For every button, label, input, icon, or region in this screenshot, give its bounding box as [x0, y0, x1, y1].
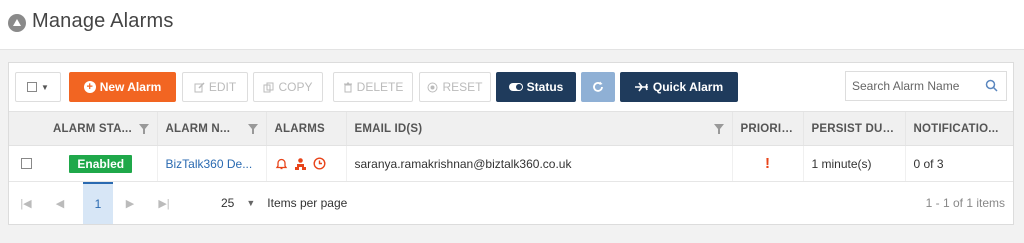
first-page-icon[interactable]: |◀ — [9, 197, 43, 210]
edit-button[interactable]: EDIT — [182, 72, 248, 102]
plus-icon: + — [83, 81, 96, 93]
filter-icon[interactable] — [713, 123, 724, 134]
priority-cell: ! — [731, 145, 803, 182]
status-badge: Enabled — [69, 154, 133, 173]
header-notification[interactable]: NOTIFICATIO... — [904, 111, 1013, 146]
table-header-row: ALARM STA... ALARM N... ALARMS EMAIL ID(… — [9, 111, 1013, 146]
header-alarm-status[interactable]: ALARM STA... — [45, 111, 157, 146]
bell-icon — [275, 158, 287, 170]
clock-icon — [312, 157, 326, 170]
header-label: PRIORITY — [740, 122, 797, 135]
copy-icon — [263, 82, 274, 92]
alarm-name-link[interactable]: BizTalk360 De... — [166, 157, 253, 171]
select-all-dropdown[interactable]: ▼ — [15, 72, 61, 102]
select-all-checkbox[interactable] — [27, 82, 38, 92]
refresh-button[interactable] — [581, 72, 615, 102]
users-icon — [294, 158, 306, 170]
new-alarm-button[interactable]: + New Alarm — [69, 72, 176, 102]
header-email[interactable]: EMAIL ID(S) — [345, 111, 732, 146]
header-label: NOTIFICATIO... — [913, 122, 999, 135]
row-checkbox[interactable] — [21, 158, 32, 169]
header-label: ALARM N... — [165, 122, 231, 135]
header-label: EMAIL ID(S) — [354, 122, 423, 135]
pager: |◀ ◀ 1 ▶ ▶| 25 ▼ Items per page 1 - 1 of… — [9, 181, 1013, 225]
plane-icon — [634, 82, 648, 92]
logo-icon — [8, 14, 26, 32]
header-label: ALARMS — [274, 122, 325, 135]
refresh-icon — [593, 81, 603, 92]
page-size-label: Items per page — [267, 196, 348, 210]
filter-icon[interactable] — [247, 123, 258, 134]
priority-high-icon: ! — [765, 155, 770, 172]
reset-icon — [427, 82, 438, 92]
caret-down-icon: ▼ — [41, 82, 49, 92]
status-label: Status — [526, 80, 564, 94]
toggle-icon — [508, 83, 523, 91]
edit-label: EDIT — [208, 80, 237, 94]
header-select — [9, 111, 45, 146]
page-header: Manage Alarms — [0, 0, 1024, 50]
quick-alarm-label: Quick Alarm — [652, 80, 724, 94]
reset-button[interactable]: RESET — [419, 72, 491, 102]
search-icon[interactable] — [985, 79, 998, 92]
search-input[interactable] — [852, 73, 982, 99]
copy-button[interactable]: COPY — [253, 72, 323, 102]
alarms-table: ALARM STA... ALARM N... ALARMS EMAIL ID(… — [9, 111, 1013, 182]
alarm-name-cell: BizTalk360 De... — [156, 145, 266, 182]
alarms-cell — [265, 145, 346, 182]
search-box — [845, 71, 1007, 101]
edit-icon — [194, 81, 205, 92]
persist-duration-cell: 1 minute(s) — [802, 145, 905, 182]
row-select-cell — [9, 145, 45, 182]
filter-icon[interactable] — [138, 123, 149, 134]
header-label: ALARM STA... — [53, 122, 132, 135]
prev-page-icon[interactable]: ◀ — [43, 197, 77, 210]
quick-alarm-button[interactable]: Quick Alarm — [620, 72, 738, 102]
header-label: PERSIST DUR... — [811, 122, 902, 135]
page-title: Manage Alarms — [32, 10, 174, 32]
table-row[interactable]: Enabled BizTalk360 De... saranya.ramakri… — [9, 145, 1013, 182]
next-page-icon[interactable]: ▶ — [113, 197, 147, 210]
delete-button[interactable]: DELETE — [333, 72, 413, 102]
caret-down-icon: ▼ — [246, 198, 256, 208]
page-size-value: 25 — [221, 196, 235, 210]
email-cell: saranya.ramakrishnan@biztalk360.co.uk — [345, 145, 732, 182]
new-alarm-label: New Alarm — [99, 80, 162, 94]
copy-label: COPY — [278, 80, 313, 94]
status-cell: Enabled — [45, 145, 157, 182]
header-priority[interactable]: PRIORITY — [731, 111, 803, 146]
delete-icon — [343, 82, 352, 92]
header-alarm-name[interactable]: ALARM N... — [156, 111, 266, 146]
toolbar: ▼ + New Alarm EDIT COPY DELETE RESET Sta… — [9, 63, 1013, 109]
page-1-button[interactable]: 1 — [83, 182, 113, 224]
delete-label: DELETE — [356, 80, 404, 94]
alarms-panel: ▼ + New Alarm EDIT COPY DELETE RESET Sta… — [8, 62, 1014, 225]
status-button[interactable]: Status — [496, 72, 576, 102]
last-page-icon[interactable]: ▶| — [147, 197, 181, 210]
page-size-selector[interactable]: 25 ▼ Items per page — [221, 196, 347, 210]
pager-info: 1 - 1 of 1 items — [925, 196, 1005, 210]
reset-label: RESET — [442, 80, 483, 94]
header-persist-duration[interactable]: PERSIST DUR... — [802, 111, 905, 146]
header-alarms: ALARMS — [265, 111, 346, 146]
notification-cell: 0 of 3 — [904, 145, 1013, 182]
